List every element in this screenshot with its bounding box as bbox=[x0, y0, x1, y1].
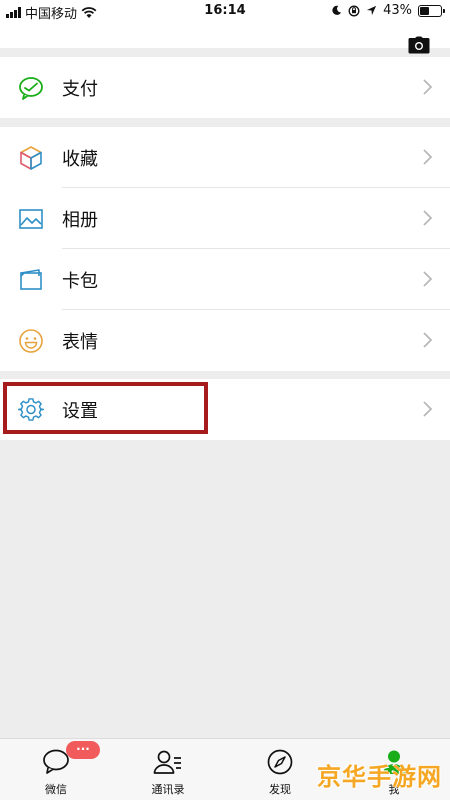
menu-label-cards: 卡包 bbox=[62, 271, 98, 292]
menu-item-album[interactable]: 相册 bbox=[0, 188, 450, 249]
chevron-right-icon bbox=[423, 149, 433, 165]
menu-label-stickers: 表情 bbox=[62, 332, 98, 353]
card-wallet-icon bbox=[20, 269, 42, 290]
tab-chats[interactable]: ··· 微信 bbox=[0, 739, 112, 800]
status-bar: 中国移动 16:14 43% bbox=[0, 0, 450, 22]
chevron-right-icon bbox=[423, 401, 433, 417]
compass-icon bbox=[267, 749, 293, 775]
content-group: 收藏 相册 卡包 表情 bbox=[0, 127, 450, 371]
location-arrow-icon bbox=[367, 5, 377, 16]
settings-highlight-box bbox=[3, 382, 208, 434]
wechat-pay-icon bbox=[19, 77, 43, 100]
menu-label-album: 相册 bbox=[62, 210, 98, 231]
header-area bbox=[0, 22, 450, 54]
camera-icon[interactable] bbox=[408, 36, 430, 54]
menu-label-favorites: 收藏 bbox=[62, 149, 98, 170]
unread-badge: ··· bbox=[66, 741, 100, 759]
photo-album-icon bbox=[19, 209, 43, 229]
pay-group: 支付 bbox=[0, 57, 450, 118]
menu-item-pay[interactable]: 支付 bbox=[0, 57, 450, 118]
sticker-smile-icon bbox=[19, 329, 43, 353]
menu-item-cards[interactable]: 卡包 bbox=[0, 249, 450, 310]
watermark: 京华手游网 bbox=[317, 763, 442, 791]
chevron-right-icon bbox=[423, 79, 433, 95]
favorites-cube-icon bbox=[20, 146, 42, 170]
menu-item-stickers[interactable]: 表情 bbox=[0, 310, 450, 371]
chevron-right-icon bbox=[423, 210, 433, 226]
chevron-right-icon bbox=[423, 332, 433, 348]
menu-label-pay: 支付 bbox=[62, 79, 98, 100]
moon-icon bbox=[332, 5, 342, 15]
tab-label-contacts: 通讯录 bbox=[151, 783, 185, 796]
tab-label-chats: 微信 bbox=[45, 783, 67, 796]
tab-contacts[interactable]: 通讯录 bbox=[112, 739, 224, 800]
menu-item-favorites[interactable]: 收藏 bbox=[0, 127, 450, 188]
chevron-right-icon bbox=[423, 271, 433, 287]
rotation-lock-icon bbox=[348, 5, 360, 16]
status-right: 43% bbox=[331, 3, 445, 18]
battery-icon bbox=[418, 4, 445, 17]
battery-percent: 43% bbox=[383, 3, 412, 18]
contacts-icon bbox=[153, 750, 181, 774]
